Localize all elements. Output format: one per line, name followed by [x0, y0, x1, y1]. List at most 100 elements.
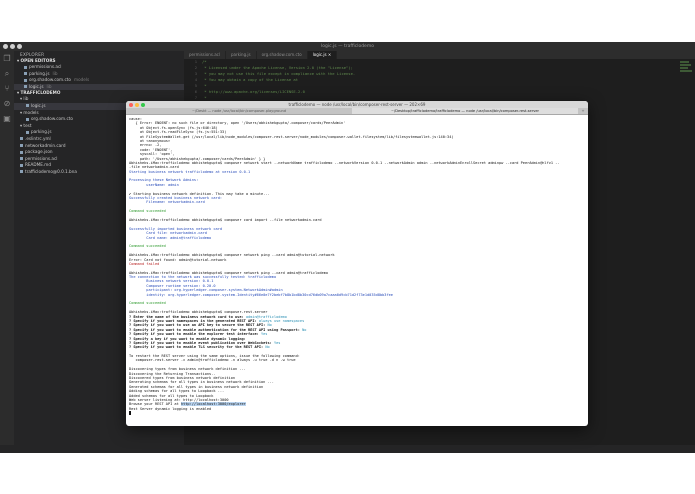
- activity-bar: ❐ ⌕ ⑂ ⊘ ▣: [0, 51, 14, 453]
- editor-status-bar: [0, 445, 695, 453]
- terminal-text: Added schemas for all types to Loopback: [129, 393, 214, 398]
- terminal-text: Business network version: 0.0.1: [129, 279, 214, 284]
- file-tree-label: package.json: [25, 149, 53, 155]
- terminal-text: ? Specify if you want to enable TLS secu…: [129, 345, 266, 350]
- open-editor-name: logic.js: [29, 83, 44, 89]
- terminal-zoom-icon[interactable]: [141, 102, 145, 107]
- terminal-window: trafficlodemo — node /usr/local/bin/comp…: [126, 101, 588, 426]
- terminal-text: -file networkadmin.card: [129, 165, 179, 170]
- terminal-text: composer-rest-server -c admin@trafficlod…: [129, 358, 296, 363]
- file-icon: [24, 85, 27, 89]
- terminal-text: at Object.fs.readFileSync (fs.js:551:33): [129, 130, 227, 135]
- file-tree-label: README.md: [25, 162, 51, 168]
- zoom-dot-icon[interactable]: [17, 44, 22, 49]
- terminal-minimize-icon[interactable]: [135, 102, 139, 107]
- extensions-icon[interactable]: ▣: [0, 111, 14, 126]
- new-tab-button[interactable]: +: [578, 108, 588, 114]
- terminal-text: Card name: admin@trafficlodemo: [129, 235, 212, 240]
- terminal-text: The connection to the network was succes…: [129, 275, 277, 280]
- editor-tab[interactable]: org.shadow.com.cto: [256, 51, 308, 59]
- terminal-text: Command failed: [129, 261, 160, 266]
- terminal-text: Yes: [273, 340, 281, 345]
- terminal-text: Abhisheks-iMac:trafficlodemo abhishekgup…: [129, 270, 329, 275]
- debug-icon[interactable]: ⊘: [0, 96, 14, 111]
- close-dot-icon[interactable]: [3, 44, 8, 49]
- source-control-icon[interactable]: ⑂: [0, 81, 14, 96]
- window-controls[interactable]: [3, 44, 22, 49]
- terminal-text: Adding schemas for all types to Loopback…: [129, 389, 225, 394]
- file-icon: [26, 130, 29, 134]
- editor-titlebar: logic.js — trafficlodemo: [0, 42, 695, 51]
- terminal-text: Successfully created business network ca…: [129, 196, 223, 201]
- terminal-text: userName: admin: [129, 182, 179, 187]
- file-icon: [20, 157, 23, 161]
- terminal-text: Yes: [260, 332, 268, 337]
- editor-title: logic.js — trafficlodemo: [321, 44, 374, 49]
- terminal-title: trafficlodemo — node /usr/local/bin/comp…: [288, 102, 426, 107]
- terminal-tab[interactable]: ~/Desktop/trafficlodemo/trafficlodemo — …: [352, 108, 578, 114]
- open-editor-name: permissions.acl: [29, 64, 62, 69]
- terminal-text: Abhisheks-iMac:trafficlodemo abhishekgup…: [129, 217, 322, 222]
- terminal-text: Abhisheks-iMac:trafficlodemo abhishekgup…: [129, 253, 335, 258]
- open-editor-item[interactable]: parking.js lib: [14, 71, 184, 78]
- open-editor-item[interactable]: permissions.acl: [14, 64, 184, 71]
- terminal-output[interactable]: cause: { Error: ENOENT: no such file or …: [126, 115, 588, 426]
- terminal-text: No: [267, 323, 272, 328]
- minimize-dot-icon[interactable]: [10, 44, 15, 49]
- terminal-text: http://localhost:3000/explorer: [180, 402, 246, 407]
- terminal-window-controls[interactable]: [129, 102, 145, 107]
- open-editor-item[interactable]: org.shadow.com.cto models: [14, 77, 184, 84]
- file-tree-label: networkadmin.card: [25, 142, 66, 148]
- editor-tab[interactable]: parking.js: [225, 51, 257, 59]
- file-icon: [24, 78, 27, 82]
- file-icon: [26, 104, 29, 108]
- terminal-tabs: ~/Deskt — node /usr/local/bin/composer-p…: [126, 108, 588, 115]
- file-icon: [24, 72, 27, 76]
- terminal-text: syscall: 'open',: [129, 152, 175, 157]
- search-icon[interactable]: ⌕: [0, 66, 14, 81]
- editor-tabbar: permissions.acl parking.js org.shadow.com.…: [184, 51, 695, 59]
- terminal-text: { Error: ENOENT: no such file or directo…: [129, 121, 346, 126]
- terminal-text: Abhisheks-iMac:trafficlodemo abhishekgup…: [129, 310, 268, 315]
- open-editor-folder: lib: [46, 83, 52, 89]
- terminal-text: ? Specify a key if you want to enable dy…: [129, 336, 248, 341]
- editor-tab[interactable]: logic.js ×: [307, 51, 338, 59]
- file-tree-label: logic.js: [31, 102, 46, 108]
- file-tree-label: ▾ lib: [20, 96, 29, 102]
- terminal-text: at <anonymous>: [129, 138, 171, 143]
- terminal-text: ✔ Starting business network definition. …: [129, 191, 270, 196]
- file-tree-label: parking.js: [31, 129, 52, 135]
- desktop-background: [0, 453, 695, 494]
- terminal-text: Composer runtime version: 0.20.0: [129, 283, 216, 288]
- file-icon: [26, 117, 29, 121]
- terminal-prompt-line[interactable]: [129, 411, 585, 416]
- terminal-text: path: '/Users/abhishekgupta/.composer/ca…: [129, 156, 266, 161]
- terminal-titlebar: trafficlodemo — node /usr/local/bin/comp…: [126, 101, 588, 108]
- open-editor-folder: models: [73, 77, 90, 83]
- terminal-text: Filename: networkadmin.card: [129, 200, 205, 205]
- terminal-text: Error: Card not found: admin@tutorial-ne…: [129, 257, 227, 262]
- terminal-text: ? Specify if you want to enable authenti…: [129, 327, 303, 332]
- files-icon[interactable]: ❐: [0, 51, 14, 66]
- minimap[interactable]: [680, 59, 695, 119]
- open-editor-item[interactable]: logic.js lib: [14, 83, 184, 91]
- terminal-text: cause:: [129, 117, 142, 121]
- file-tree-label: permissions.acl: [25, 155, 58, 161]
- terminal-text: at Object.fs.openSync (fs.js:646:18): [129, 125, 218, 130]
- terminal-tab[interactable]: ~/Deskt — node /usr/local/bin/composer-p…: [126, 108, 352, 114]
- terminal-text: Discovering types from business network …: [129, 367, 246, 372]
- cursor-icon: [129, 411, 132, 416]
- terminal-text: Generated schemas for all types in busin…: [129, 384, 264, 389]
- terminal-text: Rest Server dynamic logging is enabled: [129, 406, 212, 411]
- terminal-text: code: 'ENOENT',: [129, 147, 173, 152]
- terminal-line: Abhisheks-iMac:trafficlodemo abhishekgup…: [129, 161, 585, 165]
- terminal-text: No: [302, 327, 307, 332]
- explorer-header: EXPLORER: [20, 52, 45, 57]
- editor-tab[interactable]: permissions.acl: [184, 51, 226, 59]
- terminal-text: Command succeeded: [129, 244, 166, 249]
- terminal-text: participant: org.hyperledger.composer.sy…: [129, 288, 283, 293]
- terminal-text: Browse your REST API at: [129, 402, 181, 407]
- terminal-close-icon[interactable]: [129, 102, 133, 107]
- terminal-text: ? Specify if you want to enable the expl…: [129, 332, 261, 337]
- terminal-text: Abhisheks-iMac:trafficlodemo abhishekgup…: [129, 160, 560, 165]
